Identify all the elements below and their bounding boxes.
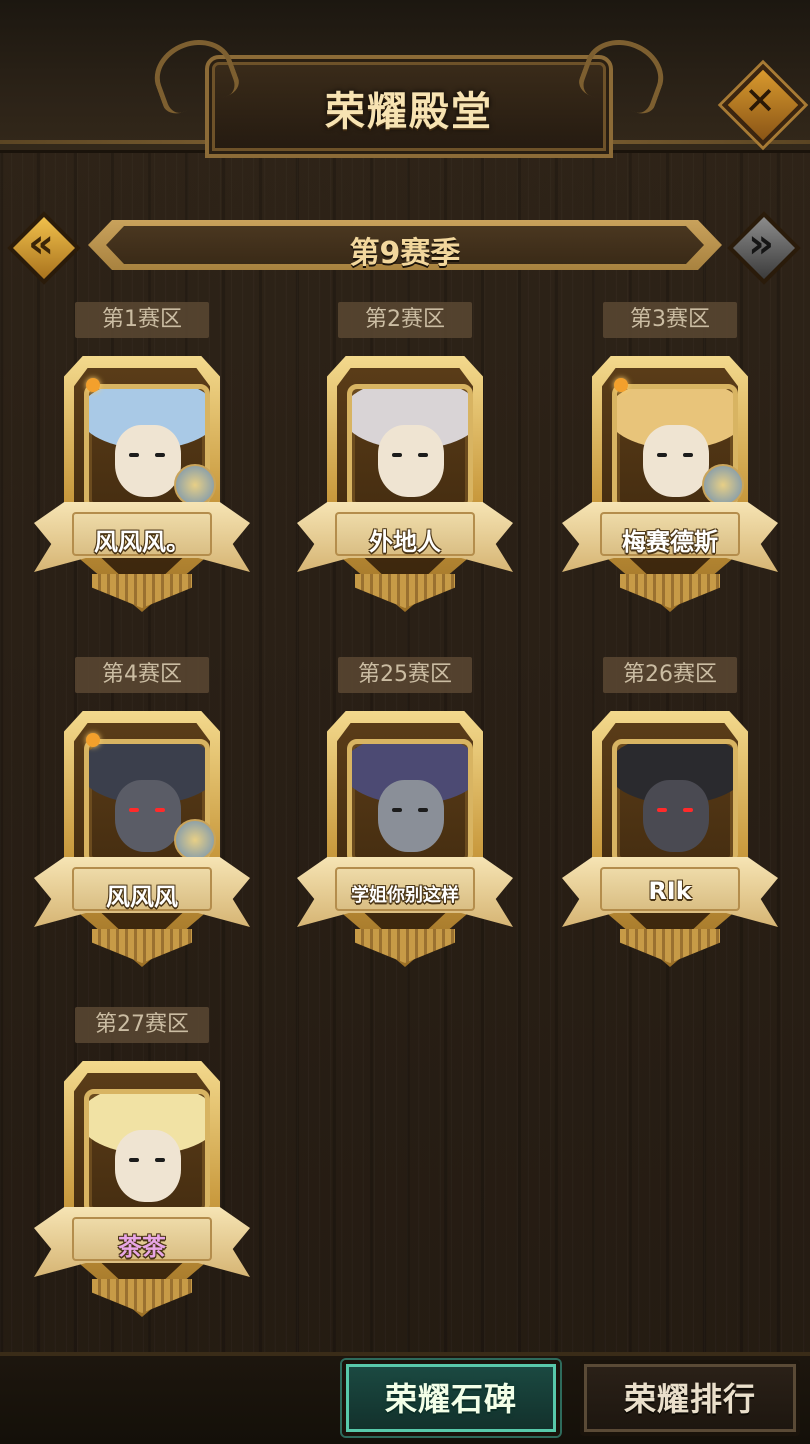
player-name: RIk [648, 877, 692, 905]
champion-badge[interactable]: 风风风 [34, 707, 250, 987]
season-banner: 第9赛季 [88, 220, 722, 270]
avatar-eye [657, 808, 667, 812]
chevron-right-icon: » [748, 221, 774, 267]
player-name: 学姐你别这样 [351, 885, 459, 906]
honor-ranking-tab[interactable]: 荣耀排行 [580, 1360, 800, 1436]
player-avatar [84, 1089, 210, 1215]
zone-tag: 第4赛区 [75, 657, 209, 693]
zone-tag: 第25赛区 [338, 657, 472, 693]
player-name: 茶茶 [118, 1233, 166, 1261]
avatar-eye [418, 808, 428, 812]
pet-icon [174, 819, 216, 861]
ribbon-fringe [92, 574, 192, 608]
player-avatar [347, 384, 473, 510]
zone-tag: 第27赛区 [75, 1007, 209, 1043]
zone-card-26: 第26赛区 RIk [535, 657, 805, 997]
player-name: 风风风。 [94, 528, 190, 556]
ribbon-fringe [92, 1279, 192, 1313]
avatar-eye [657, 453, 667, 457]
zone-card-3: 第3赛区 梅赛德斯 [535, 302, 805, 642]
zone-card-2: 第2赛区 外地人 [270, 302, 540, 642]
honor-stone-tab[interactable]: 荣耀石碑 [342, 1360, 560, 1436]
zone-card-4: 第4赛区 风风风 [7, 657, 277, 997]
avatar-face [378, 425, 444, 497]
avatar-eye [129, 1158, 139, 1162]
player-avatar [612, 739, 738, 865]
champion-badge[interactable]: 茶茶 [34, 1057, 250, 1337]
flame-icon [86, 378, 100, 392]
chevron-left-icon: « [28, 221, 54, 267]
close-icon: ✕ [744, 79, 776, 123]
zone-card-25: 第25赛区 学姐你别这样 [270, 657, 540, 997]
avatar-eye [683, 808, 693, 812]
season-label: 第9赛季 [349, 236, 461, 271]
page-title: 荣耀殿堂 [325, 89, 493, 135]
avatar-eye [129, 808, 139, 812]
avatar-face [115, 1130, 181, 1202]
avatar-face [115, 780, 181, 852]
player-name: 梅赛德斯 [622, 528, 718, 556]
ribbon-fringe [92, 929, 192, 963]
ribbon-fringe [620, 929, 720, 963]
pet-icon [174, 464, 216, 506]
zone-tag: 第3赛区 [603, 302, 737, 338]
champion-badge[interactable]: RIk [562, 707, 778, 987]
champion-badge[interactable]: 风风风。 [34, 352, 250, 632]
zone-tag: 第26赛区 [603, 657, 737, 693]
zone-tag: 第2赛区 [338, 302, 472, 338]
prev-season-button[interactable]: « [7, 208, 81, 285]
avatar-face [643, 780, 709, 852]
player-name: 外地人 [369, 528, 441, 556]
zone-card-27: 第27赛区 茶茶 [7, 1007, 277, 1347]
title-frame: 荣耀殿堂 [205, 55, 613, 158]
flame-icon [86, 733, 100, 747]
next-season-button[interactable]: » [727, 208, 801, 285]
player-avatar [347, 739, 473, 865]
avatar-eye [129, 453, 139, 457]
ribbon-fringe [355, 574, 455, 608]
avatar-eye [392, 453, 402, 457]
avatar-face [115, 425, 181, 497]
avatar-eye [155, 453, 165, 457]
avatar-eye [392, 808, 402, 812]
avatar-eye [155, 1158, 165, 1162]
pet-icon [702, 464, 744, 506]
avatar-face [643, 425, 709, 497]
zone-card-1: 第1赛区 风风风。 [7, 302, 277, 642]
player-name: 风风风 [106, 883, 178, 911]
champion-badge[interactable]: 外地人 [297, 352, 513, 632]
champion-badge[interactable]: 梅赛德斯 [562, 352, 778, 632]
ribbon-fringe [355, 929, 455, 963]
ribbon-fringe [620, 574, 720, 608]
avatar-eye [155, 808, 165, 812]
avatar-face [378, 780, 444, 852]
honor-ranking-label: 荣耀排行 [623, 1380, 756, 1418]
flame-icon [614, 378, 628, 392]
avatar-eye [418, 453, 428, 457]
avatar-eye [683, 453, 693, 457]
champion-badge[interactable]: 学姐你别这样 [297, 707, 513, 987]
zone-tag: 第1赛区 [75, 302, 209, 338]
close-button[interactable]: ✕ [721, 63, 805, 147]
honor-stone-label: 荣耀石碑 [384, 1380, 517, 1418]
